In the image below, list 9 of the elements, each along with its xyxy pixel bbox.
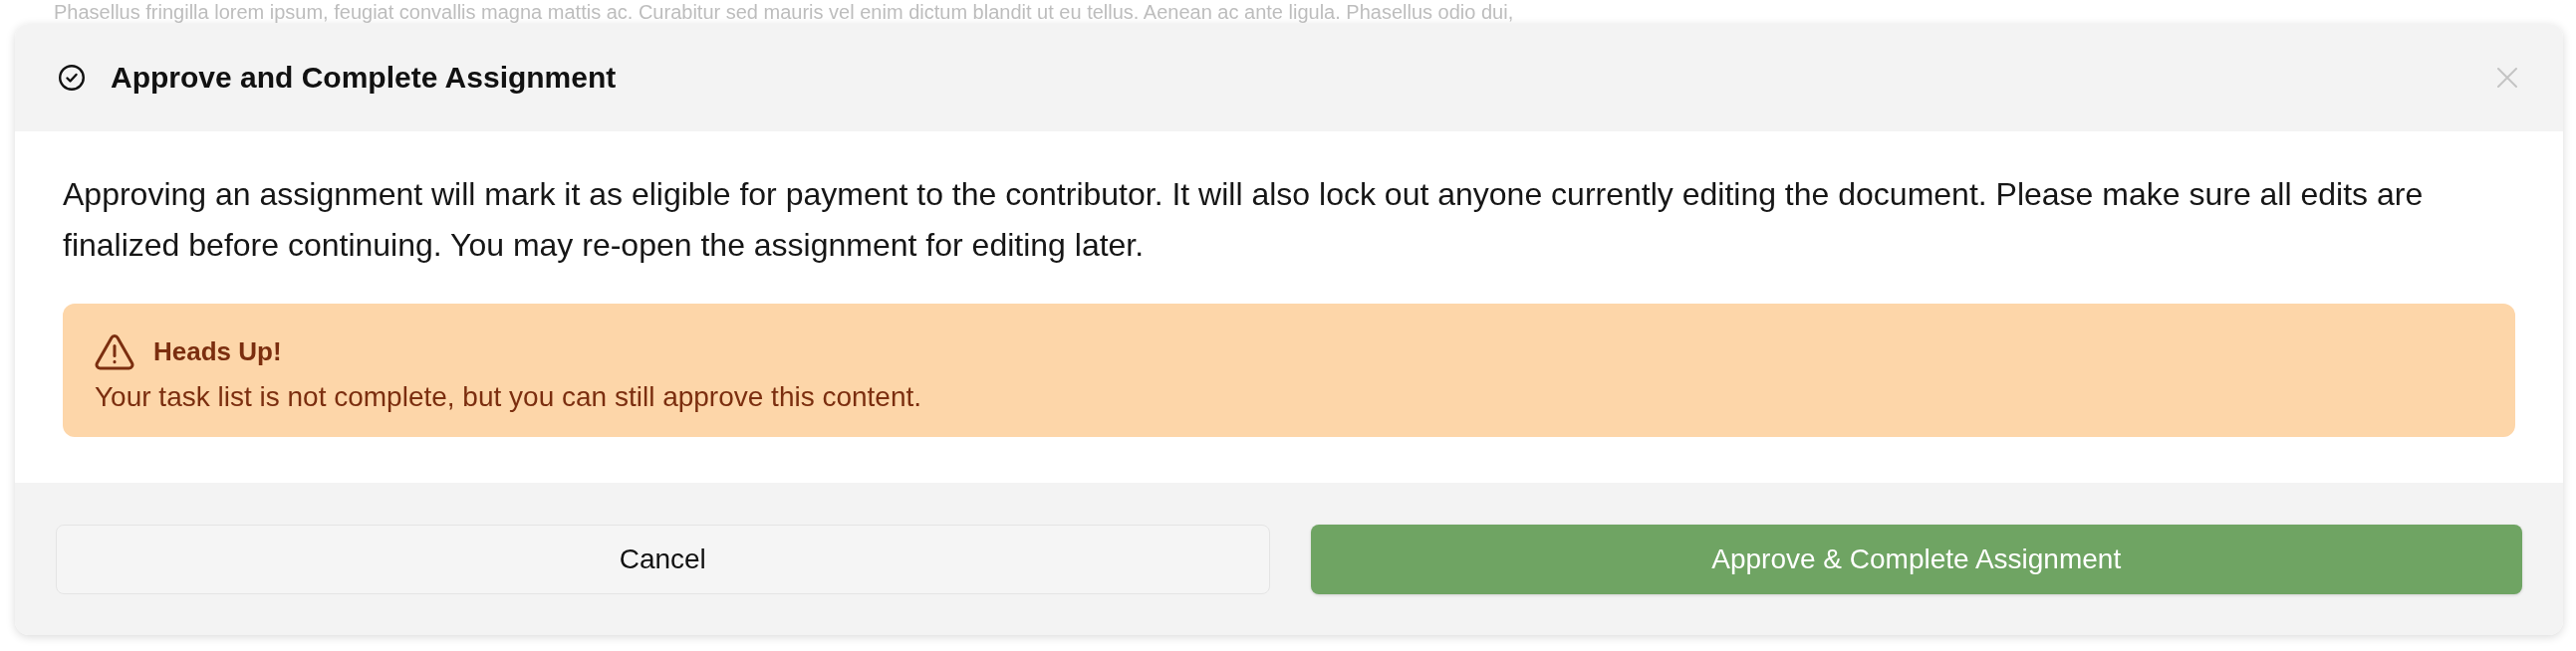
alert-message: Your task list is not complete, but you can still approve this content. — [95, 380, 923, 414]
background-text: Phasellus fringilla lorem ipsum, feugiat convallis magna mattis ac. Curabitur sed mauris vel enim dictum blandit ut eu tellus. Aenean ac ante ligula. Phasellus odio dui, — [54, 1, 1514, 23]
alert-title: Heads Up! — [153, 335, 282, 367]
warning-icon — [95, 332, 134, 370]
check-circle-icon — [59, 65, 85, 91]
dialog-title: Approve and Complete Assignment — [111, 60, 617, 96]
dialog-message: Approving an assignment will mark it as eligible for payment to the contributor. It will also lock out anyone currently editing the document. Please make sure all edits are finalized before continuing. You may re-open the assignment for editing later. — [63, 175, 2425, 265]
cancel-button[interactable]: Cancel — [56, 525, 1270, 594]
close-icon[interactable] — [2497, 68, 2517, 88]
